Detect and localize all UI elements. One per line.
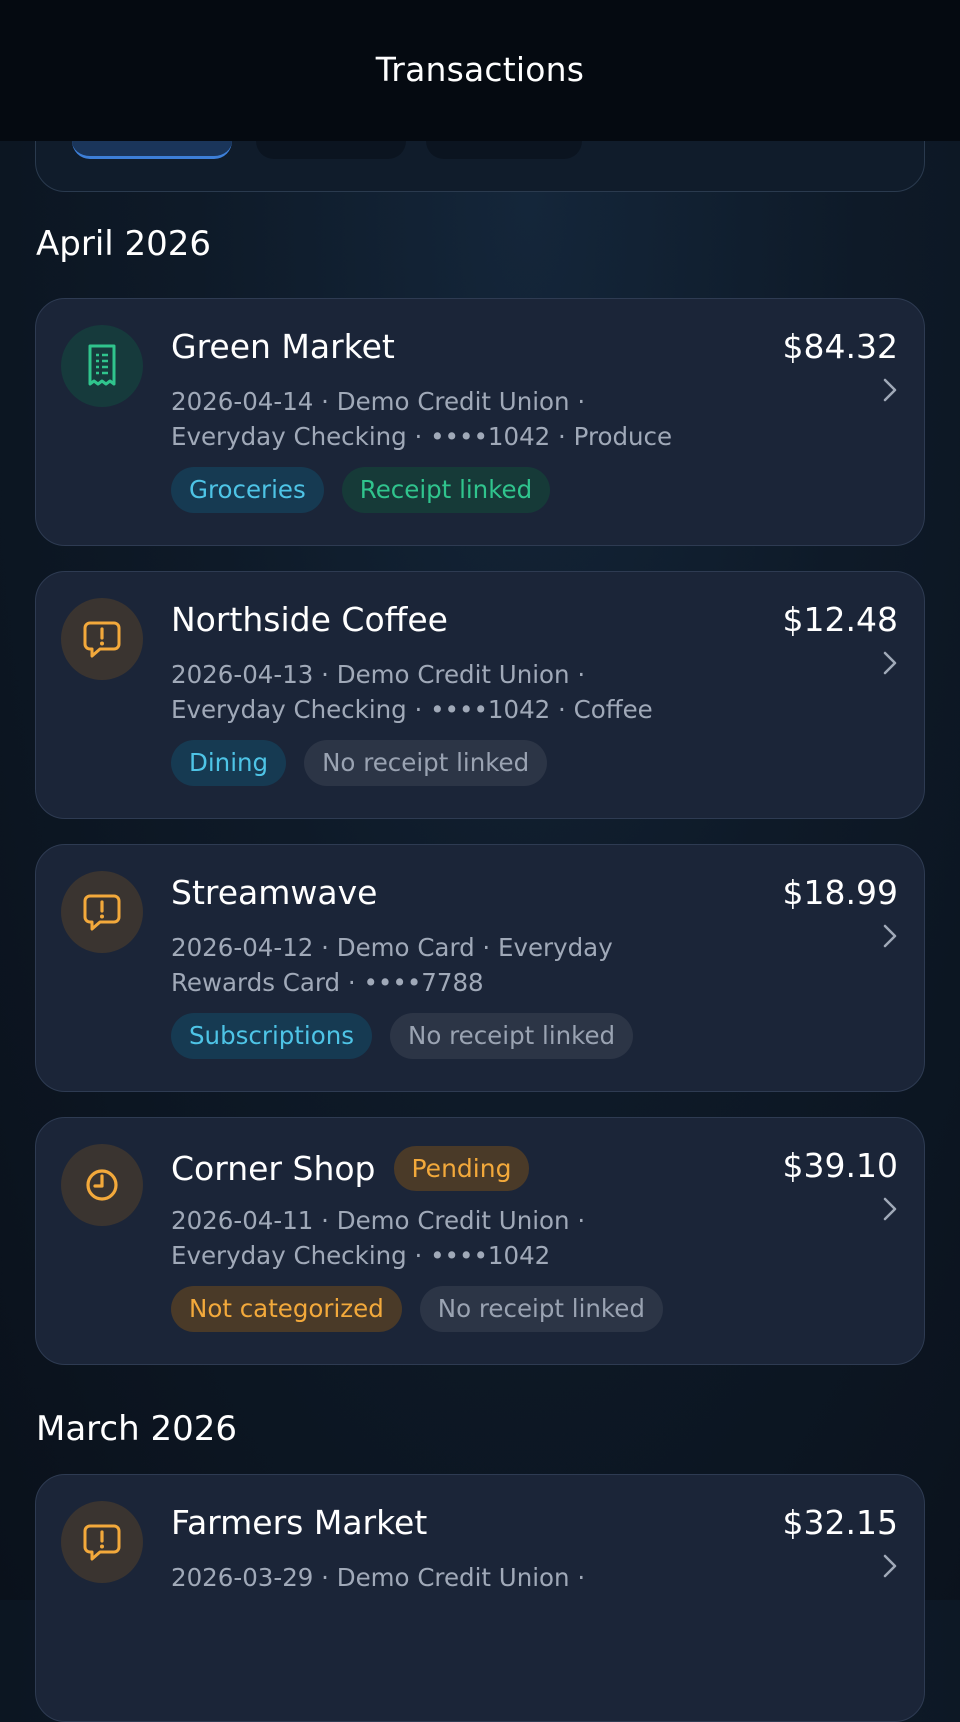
transaction-details: 2026-03-29 · Demo Credit Union · (171, 1560, 711, 1595)
header-bar: Transactions (0, 0, 960, 141)
transaction-card[interactable]: Farmers Market $32.15 2026-03-29 · Demo … (35, 1474, 925, 1722)
merchant-name: Northside Coffee (171, 600, 448, 639)
transaction-amount: $18.99 (782, 873, 898, 912)
transaction-amount: $32.15 (782, 1503, 898, 1542)
alert-message-icon (61, 1501, 143, 1583)
page-title: Transactions (375, 50, 585, 89)
receipt-status-tag[interactable]: No receipt linked (304, 740, 548, 786)
details-line: 2026-04-13 · Demo Credit Union · (171, 660, 586, 689)
pending-status-badge: Pending (393, 1146, 530, 1191)
details-line: 2026-04-12 · Demo Card · Everyday (171, 933, 613, 962)
merchant-name: Corner Shop (171, 1149, 376, 1188)
transaction-amount: $12.48 (782, 600, 898, 639)
clock-icon (61, 1144, 143, 1226)
merchant-name: Green Market (171, 327, 395, 366)
transaction-details: 2026-04-13 · Demo Credit Union · Everyda… (171, 657, 711, 727)
transaction-card[interactable]: Corner Shop Pending $39.10 2026-04-11 · … (35, 1117, 925, 1365)
transaction-card[interactable]: Northside Coffee $12.48 2026-04-13 · Dem… (35, 571, 925, 819)
details-line: Everyday Checking · ••••1042 (171, 1241, 551, 1270)
category-tag[interactable]: Not categorized (171, 1286, 402, 1332)
transaction-details: 2026-04-12 · Demo Card · Everyday Reward… (171, 930, 711, 1000)
chevron-right-icon (882, 923, 898, 953)
receipt-icon (61, 325, 143, 407)
chevron-right-icon (882, 650, 898, 680)
merchant-name: Streamwave (171, 873, 378, 912)
category-tag[interactable]: Groceries (171, 467, 324, 513)
category-tag[interactable]: Dining (171, 740, 287, 786)
chevron-right-icon (882, 1553, 898, 1583)
category-tag[interactable]: Subscriptions (171, 1013, 372, 1059)
details-line: Everyday Checking · ••••1042 · Coffee (171, 695, 653, 724)
details-line: 2026-04-11 · Demo Credit Union · (171, 1206, 586, 1235)
receipt-status-tag[interactable]: No receipt linked (390, 1013, 634, 1059)
chevron-right-icon (882, 377, 898, 407)
details-line: 2026-04-14 · Demo Credit Union · (171, 387, 586, 416)
receipt-status-tag[interactable]: Receipt linked (341, 467, 551, 513)
details-line: 2026-03-29 · Demo Credit Union · (171, 1563, 586, 1592)
transaction-amount: $39.10 (782, 1146, 898, 1185)
alert-message-icon (61, 871, 143, 953)
transaction-details: 2026-04-11 · Demo Credit Union · Everyda… (171, 1203, 711, 1273)
transaction-amount: $84.32 (782, 327, 898, 366)
details-line: Everyday Checking · ••••1042 · Produce (171, 422, 673, 451)
transaction-card[interactable]: Green Market $84.32 2026-04-14 · Demo Cr… (35, 298, 925, 546)
transaction-details: 2026-04-14 · Demo Credit Union · Everyda… (171, 384, 711, 454)
alert-message-icon (61, 598, 143, 680)
details-line: Rewards Card · ••••7788 (171, 968, 484, 997)
chevron-right-icon (882, 1196, 898, 1226)
section-title-april: April 2026 (36, 224, 212, 264)
merchant-name: Farmers Market (171, 1503, 428, 1542)
receipt-status-tag[interactable]: No receipt linked (419, 1286, 663, 1332)
transaction-card[interactable]: Streamwave $18.99 2026-04-12 · Demo Card… (35, 844, 925, 1092)
section-title-march: March 2026 (36, 1409, 237, 1449)
